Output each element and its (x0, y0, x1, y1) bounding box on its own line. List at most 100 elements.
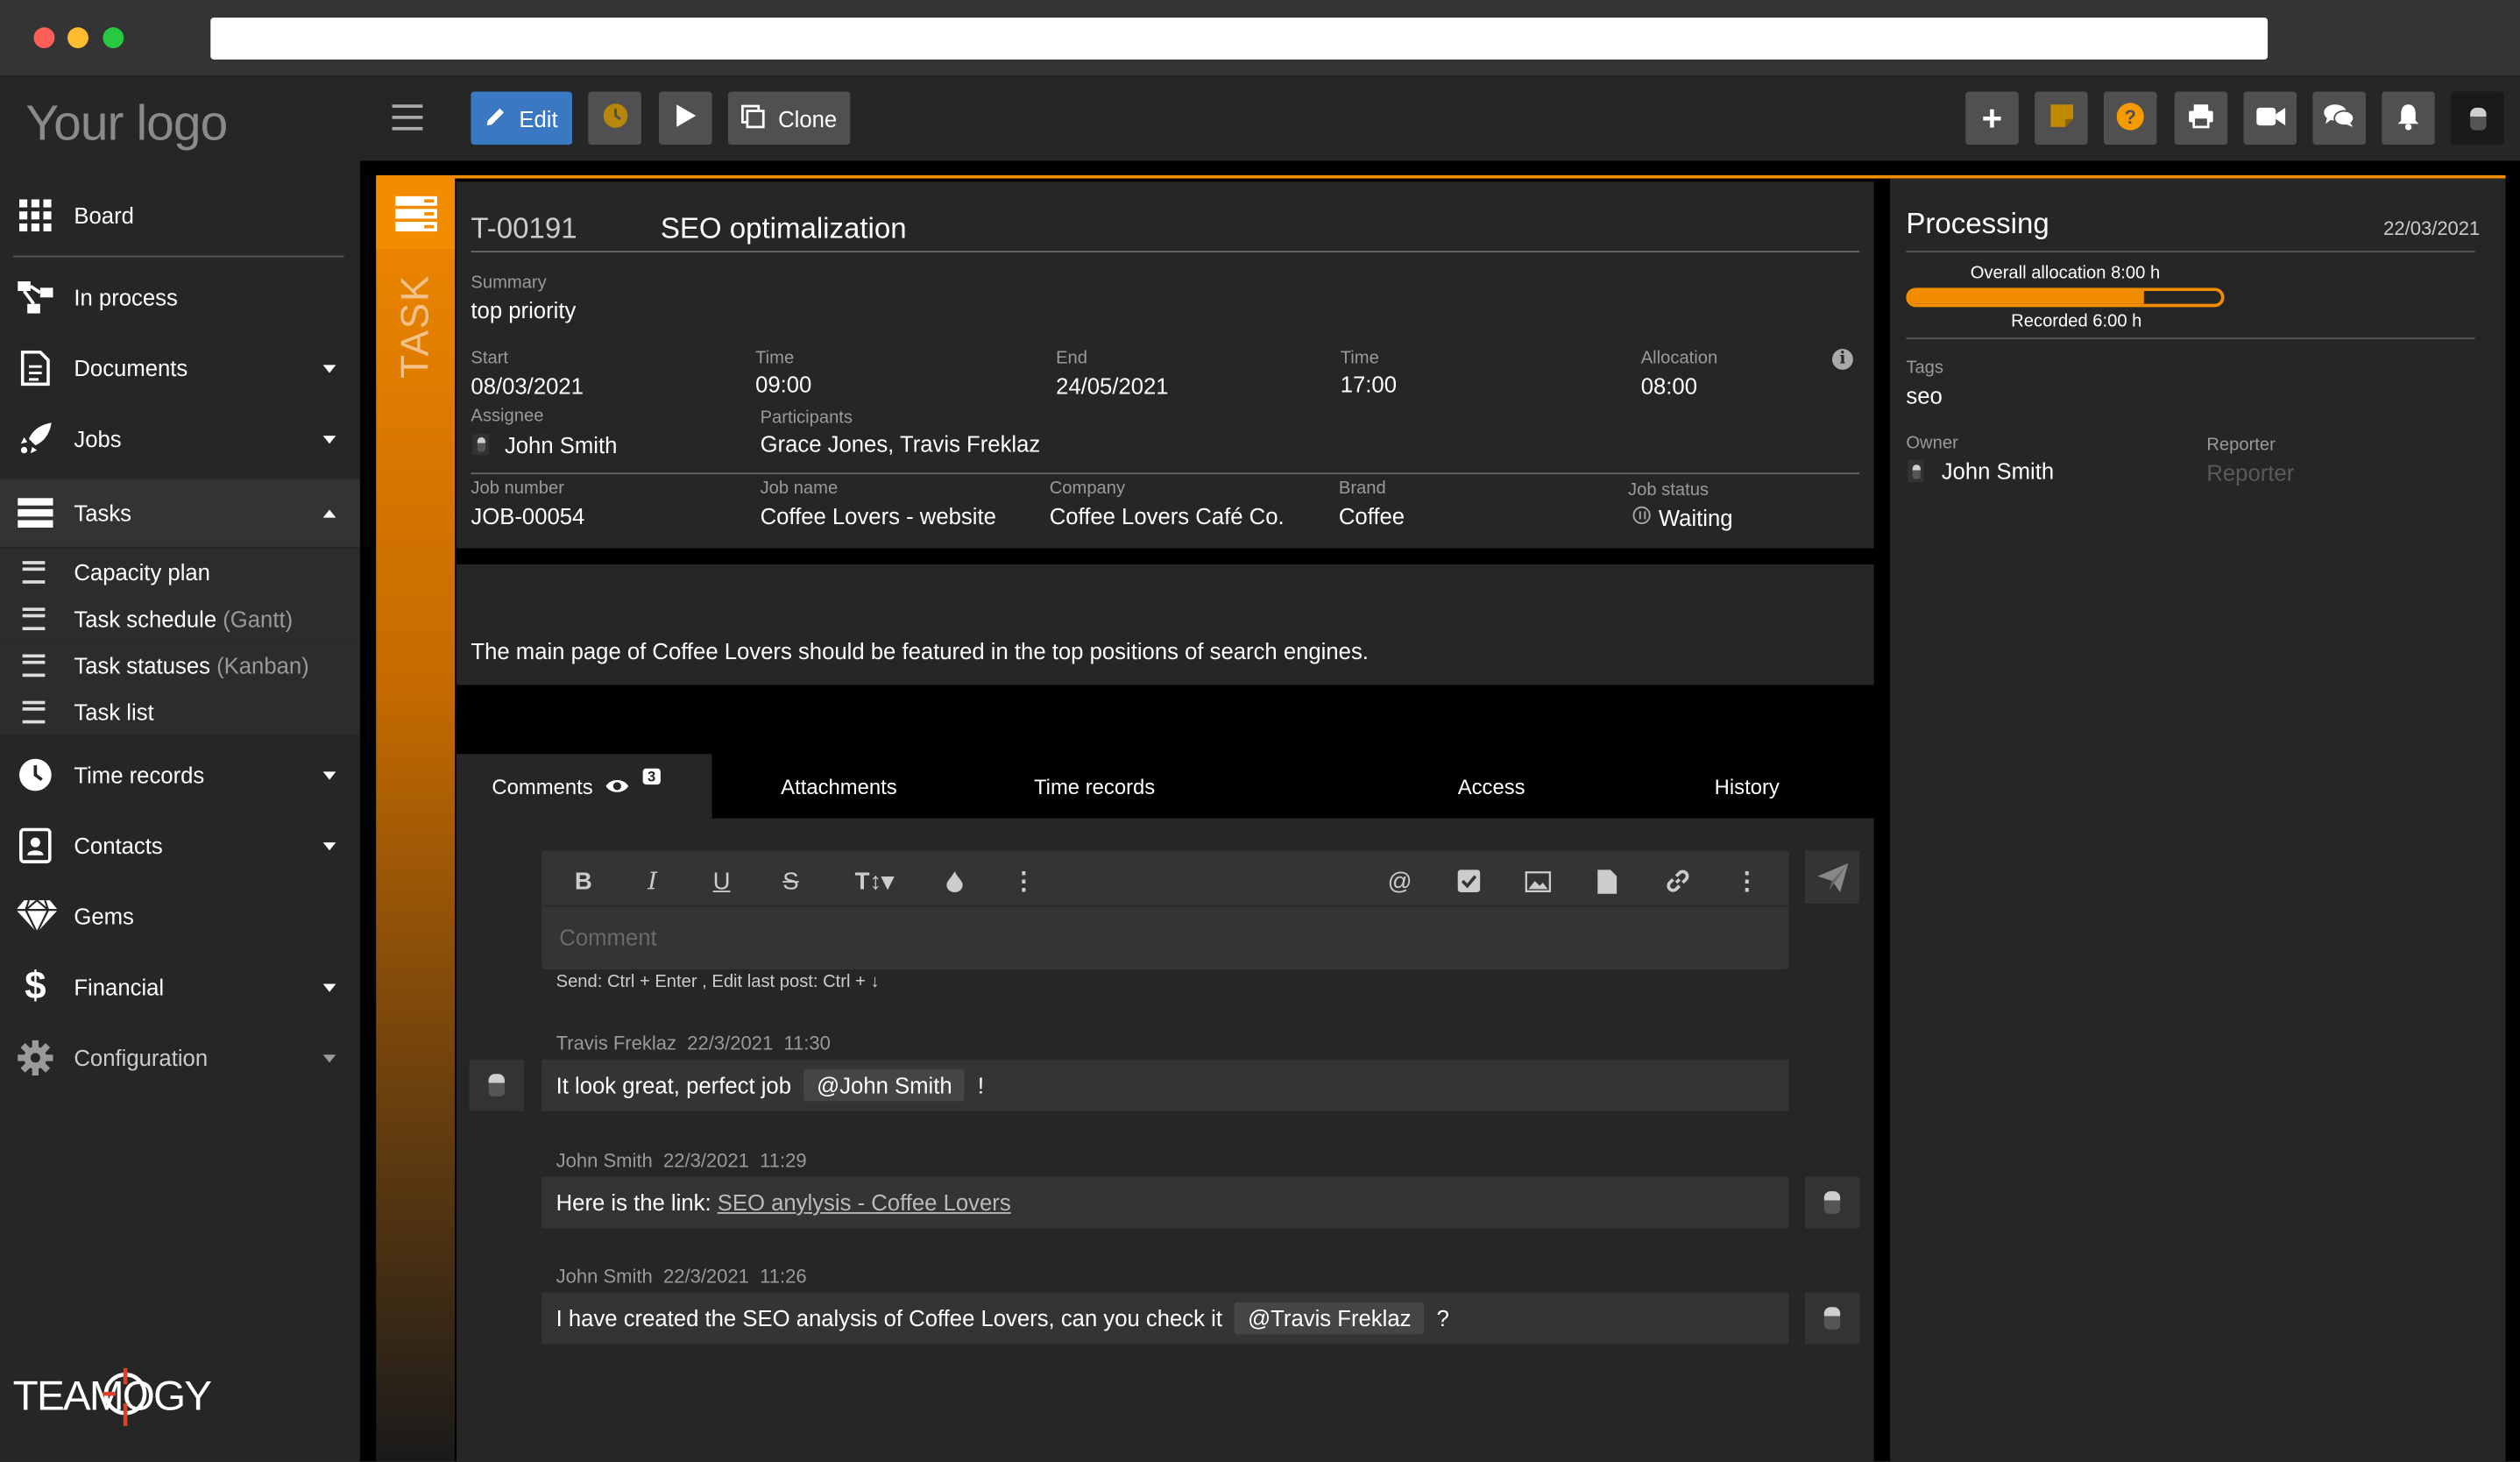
chevron-up-icon (322, 508, 336, 517)
sidebar-item-jobs[interactable]: Jobs (0, 407, 360, 471)
color-drop-icon[interactable] (937, 863, 972, 898)
more-vertical-icon[interactable]: ⋮ (1730, 863, 1765, 898)
tab-attachments[interactable]: Attachments (712, 754, 966, 818)
summary-value: top priority (471, 297, 577, 323)
company-label: Company (1049, 479, 1126, 499)
edit-button[interactable]: Edit (471, 91, 572, 145)
image-icon[interactable] (1520, 863, 1555, 898)
timer-button[interactable] (588, 91, 641, 145)
close-window-icon[interactable] (33, 27, 55, 49)
video-camera-icon (2255, 105, 2285, 131)
sidebar-item-gems[interactable]: Gems (0, 884, 360, 948)
comment-time: 11:30 (783, 1032, 831, 1055)
more-vertical-icon[interactable]: ⋮ (1006, 863, 1041, 898)
rocket-icon (18, 422, 53, 457)
summary-label: Summary (471, 273, 547, 293)
window-chrome (0, 0, 2520, 76)
send-button[interactable] (1804, 850, 1860, 904)
reporter-placeholder[interactable]: Reporter (2206, 460, 2294, 486)
chat-button[interactable] (2312, 91, 2366, 145)
sticky-note-icon (2049, 103, 2074, 133)
tab-comments-label[interactable]: Comments 3 (457, 754, 712, 818)
edit-label: Edit (519, 105, 558, 131)
sidebar-item-in-process[interactable]: In process (0, 266, 360, 330)
minimize-window-icon[interactable] (67, 27, 88, 49)
send-icon (1817, 862, 1849, 900)
chevron-down-icon (322, 1054, 336, 1062)
comment-input[interactable] (556, 919, 1752, 955)
clone-button[interactable]: Clone (727, 91, 851, 145)
allocation-progress-fill (1909, 290, 2143, 304)
avatar (1908, 459, 1924, 483)
play-button[interactable] (659, 91, 712, 145)
eye-icon (605, 774, 630, 798)
address-bar[interactable] (210, 18, 2269, 60)
mention-tag[interactable]: @John Smith (803, 1068, 966, 1102)
help-button[interactable]: ? (2103, 91, 2157, 145)
sidebar-item-label: Financial (74, 974, 165, 1000)
tab-history[interactable]: History (1618, 754, 1875, 818)
tag-value[interactable]: seo (1906, 383, 1942, 408)
sidebar-subitem-capacity-plan[interactable]: Capacity plan (0, 548, 360, 595)
top-toolbar: Edit Clone + ? (359, 75, 2520, 161)
comment-item[interactable]: Here is the link: SEO anylysis - Coffee … (542, 1176, 1789, 1229)
app-root: Your logo Board In process Documents Job… (0, 0, 2520, 1462)
sidebar-item-board[interactable]: Board (0, 183, 360, 247)
list-icon (22, 653, 46, 677)
tab-time-records[interactable]: Time records (966, 754, 1222, 818)
print-button[interactable] (2174, 91, 2228, 145)
grid-icon (18, 198, 53, 233)
hamburger-menu-icon[interactable] (392, 104, 423, 131)
tab-label: Comments (492, 774, 593, 798)
sidebar-item-documents[interactable]: Documents (0, 336, 360, 400)
notifications-button[interactable] (2382, 91, 2435, 145)
comment-item[interactable]: I have created the SEO analysis of Coffe… (542, 1292, 1789, 1345)
tab-access[interactable]: Access (1363, 754, 1619, 818)
allocation-value: 08:00 (1640, 373, 1698, 399)
sidebar-item-contacts[interactable]: Contacts (0, 813, 360, 877)
end-label: End (1056, 349, 1087, 369)
info-icon[interactable]: i (1831, 349, 1853, 370)
user-avatar-button[interactable] (2451, 91, 2504, 145)
mention-icon[interactable]: @ (1382, 863, 1417, 898)
pause-status-icon (1632, 506, 1651, 524)
logo: Your logo (25, 95, 228, 152)
sidebar-item-label: Board (74, 202, 134, 229)
underline-icon[interactable]: U (704, 863, 739, 898)
subitem-label: Task statuses (74, 651, 210, 678)
checkbox-icon[interactable] (1451, 863, 1486, 898)
diamond-icon (15, 898, 60, 934)
end-time: 17:00 (1340, 371, 1398, 398)
recorded-text: Recorded 6:00 h (2011, 311, 2142, 331)
task-title: SEO optimalization (660, 212, 907, 245)
mention-tag[interactable]: @Travis Freklaz (1235, 1302, 1425, 1335)
file-icon[interactable] (1589, 863, 1625, 898)
sidebar: Your logo Board In process Documents Job… (0, 75, 360, 1462)
participants-label: Participants (760, 408, 853, 428)
bold-icon[interactable]: B (566, 863, 601, 898)
sidebar-item-time-records[interactable]: Time records (0, 742, 360, 806)
sidebar-item-tasks[interactable]: Tasks (0, 479, 360, 547)
text-size-icon[interactable]: T↕▾ (847, 863, 902, 898)
comment-item[interactable]: It look great, perfect job @John Smith ! (542, 1059, 1789, 1111)
sidebar-subitem-task-schedule[interactable]: Task schedule (Gantt) (0, 594, 360, 642)
document-icon (18, 350, 53, 387)
link-icon[interactable] (1660, 863, 1695, 898)
add-button[interactable]: + (1965, 91, 2019, 145)
sticky-note-button[interactable] (2035, 91, 2088, 145)
comment-text-end: ? (1436, 1305, 1449, 1331)
sidebar-subitem-task-statuses[interactable]: Task statuses (Kanban) (0, 641, 360, 689)
video-call-button[interactable] (2243, 91, 2297, 145)
sidebar-item-configuration[interactable]: Configuration (0, 1026, 360, 1089)
maximize-window-icon[interactable] (103, 27, 124, 49)
italic-icon[interactable]: I (635, 863, 670, 898)
company-value: Coffee Lovers Café Co. (1049, 503, 1285, 529)
sidebar-item-label: Documents (74, 355, 188, 381)
strikethrough-icon[interactable]: S (773, 863, 808, 898)
comment-author: Travis Freklaz (556, 1032, 677, 1055)
clock-icon (602, 103, 627, 133)
sidebar-subitem-task-list[interactable]: Task list (0, 688, 360, 735)
sidebar-item-financial[interactable]: $ Financial (0, 955, 360, 1019)
svg-text:?: ? (2125, 105, 2136, 127)
comment-link[interactable]: SEO anylysis - Coffee Lovers (718, 1189, 1011, 1215)
